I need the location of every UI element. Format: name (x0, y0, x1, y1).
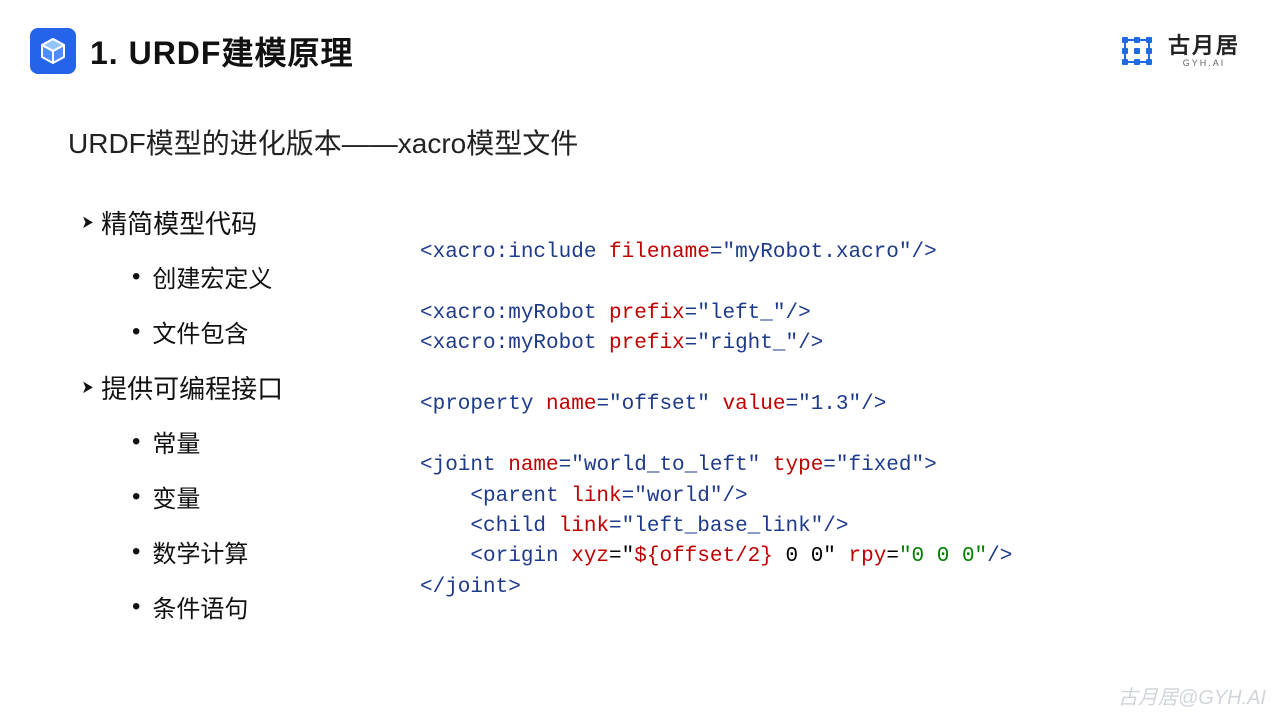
outline-item: 创建宏定义 (132, 259, 420, 294)
outline-item: 条件语句 (132, 589, 420, 624)
title-group: 1. URDF建模原理 (30, 28, 353, 74)
outline-group-2: 提供可编程接口 (80, 369, 420, 406)
code-block: <xacro:include filename="myRobot.xacro"/… (420, 204, 1280, 644)
content: 精简模型代码 创建宏定义 文件包含 提供可编程接口 常量 变量 数学计算 条件语… (0, 204, 1280, 644)
outline: 精简模型代码 创建宏定义 文件包含 提供可编程接口 常量 变量 数学计算 条件语… (0, 204, 420, 644)
outline-item: 文件包含 (132, 314, 420, 349)
brand-name-en: GYH.AI (1168, 59, 1240, 68)
subtitle: URDF模型的进化版本——xacro模型文件 (68, 122, 1280, 162)
brand-logo: 古月居 GYH.AI (1120, 35, 1240, 68)
cube-logo-icon (30, 28, 76, 74)
header: 1. URDF建模原理 古月居 GYH.AI (0, 0, 1280, 74)
page-title: 1. URDF建模原理 (90, 28, 353, 74)
outline-item: 变量 (132, 479, 420, 514)
outline-item: 数学计算 (132, 534, 420, 569)
watermark: 古月居@GYH.AI (1118, 681, 1266, 710)
outline-group-1: 精简模型代码 (80, 204, 420, 241)
brand-grid-icon (1120, 35, 1160, 67)
brand-name-cn: 古月居 (1168, 35, 1240, 57)
outline-item: 常量 (132, 424, 420, 459)
